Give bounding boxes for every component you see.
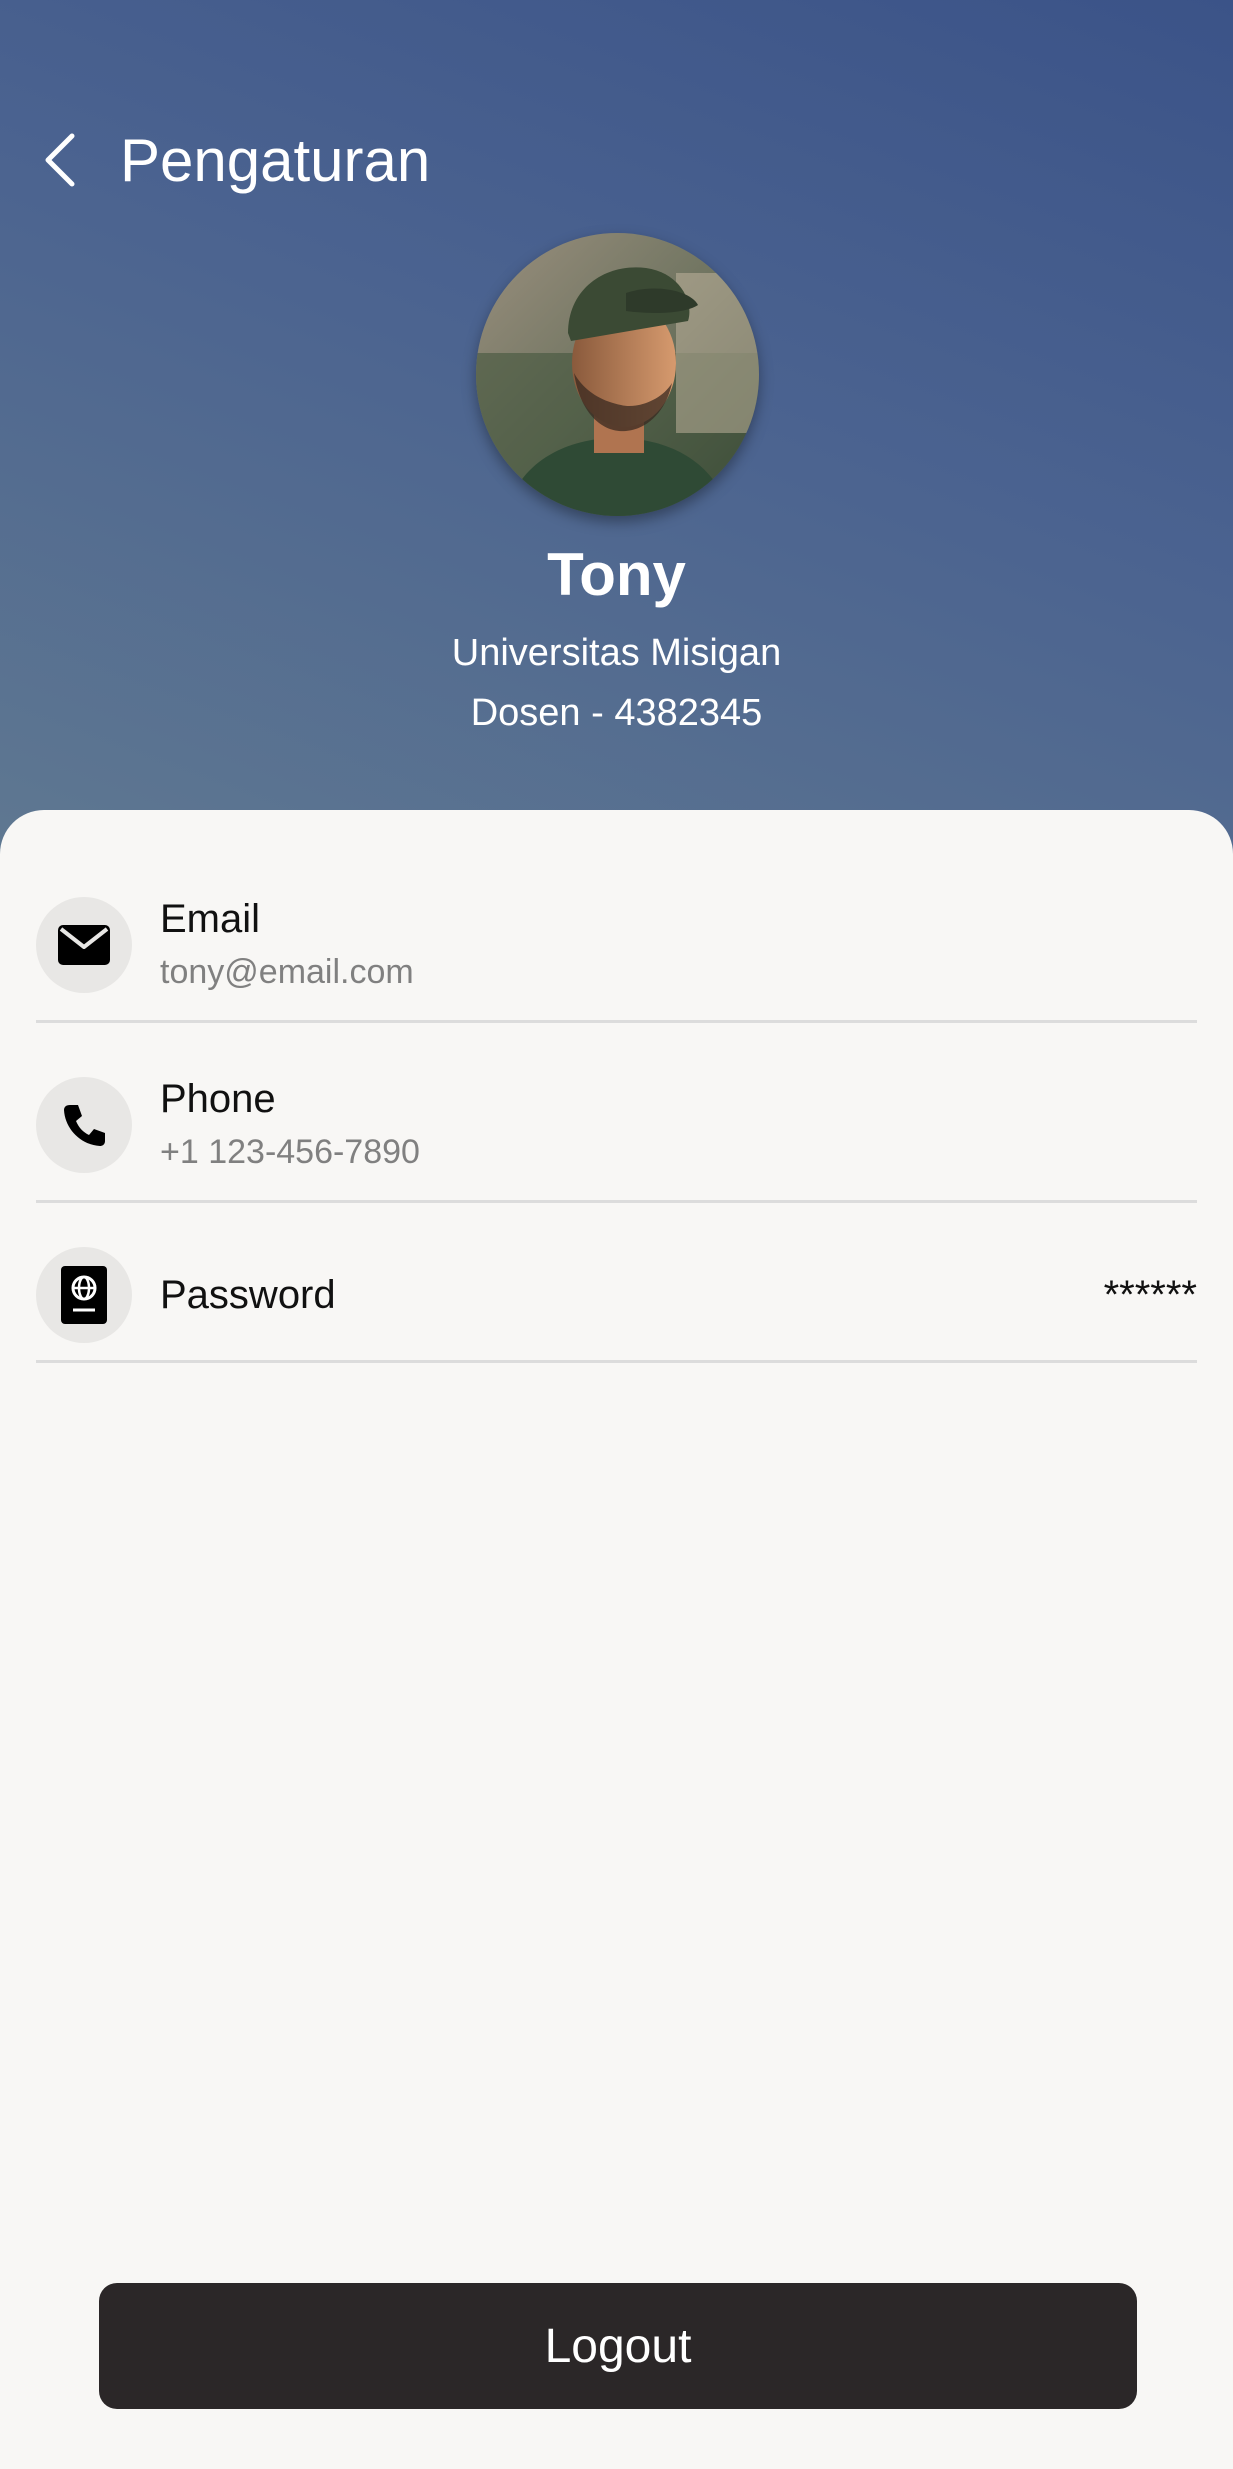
chevron-left-icon — [45, 133, 75, 187]
password-label: Password — [160, 1273, 336, 1317]
phone-icon — [64, 1105, 105, 1146]
envelope-icon — [58, 925, 110, 965]
back-button[interactable] — [40, 120, 90, 200]
phone-label: Phone — [160, 1077, 276, 1121]
profile-role: Dosen - 4382345 — [470, 692, 763, 734]
passport-icon — [61, 1266, 107, 1324]
password-text: Password — [160, 1270, 336, 1320]
email-label: Email — [160, 897, 261, 941]
phone-text: Phone +1 123-456-7890 — [160, 1074, 420, 1176]
password-icon-container — [36, 1247, 132, 1343]
top-bar: Pengaturan — [40, 120, 430, 200]
profile-header: Pengaturan Tony Universitas Misigan Dose… — [0, 0, 1233, 860]
profile-university: Universitas Misigan — [451, 632, 782, 674]
phone-row[interactable]: Phone +1 123-456-7890 — [36, 1050, 1197, 1203]
phone-icon-container — [36, 1077, 132, 1173]
avatar — [476, 233, 759, 516]
page-title: Pengaturan — [120, 126, 431, 194]
email-text: Email tony@email.com — [160, 894, 414, 996]
phone-value: +1 123-456-7890 — [160, 1133, 420, 1171]
settings-card: Email tony@email.com Phone +1 123-456-78… — [0, 810, 1233, 2469]
email-value: tony@email.com — [160, 953, 414, 991]
email-row[interactable]: Email tony@email.com — [36, 870, 1197, 1023]
logout-button[interactable]: Logout — [99, 2283, 1137, 2409]
profile-name: Tony — [547, 541, 686, 608]
password-row[interactable]: Password ****** — [36, 1230, 1197, 1363]
password-value: ****** — [1103, 1272, 1197, 1317]
email-icon-container — [36, 897, 132, 993]
